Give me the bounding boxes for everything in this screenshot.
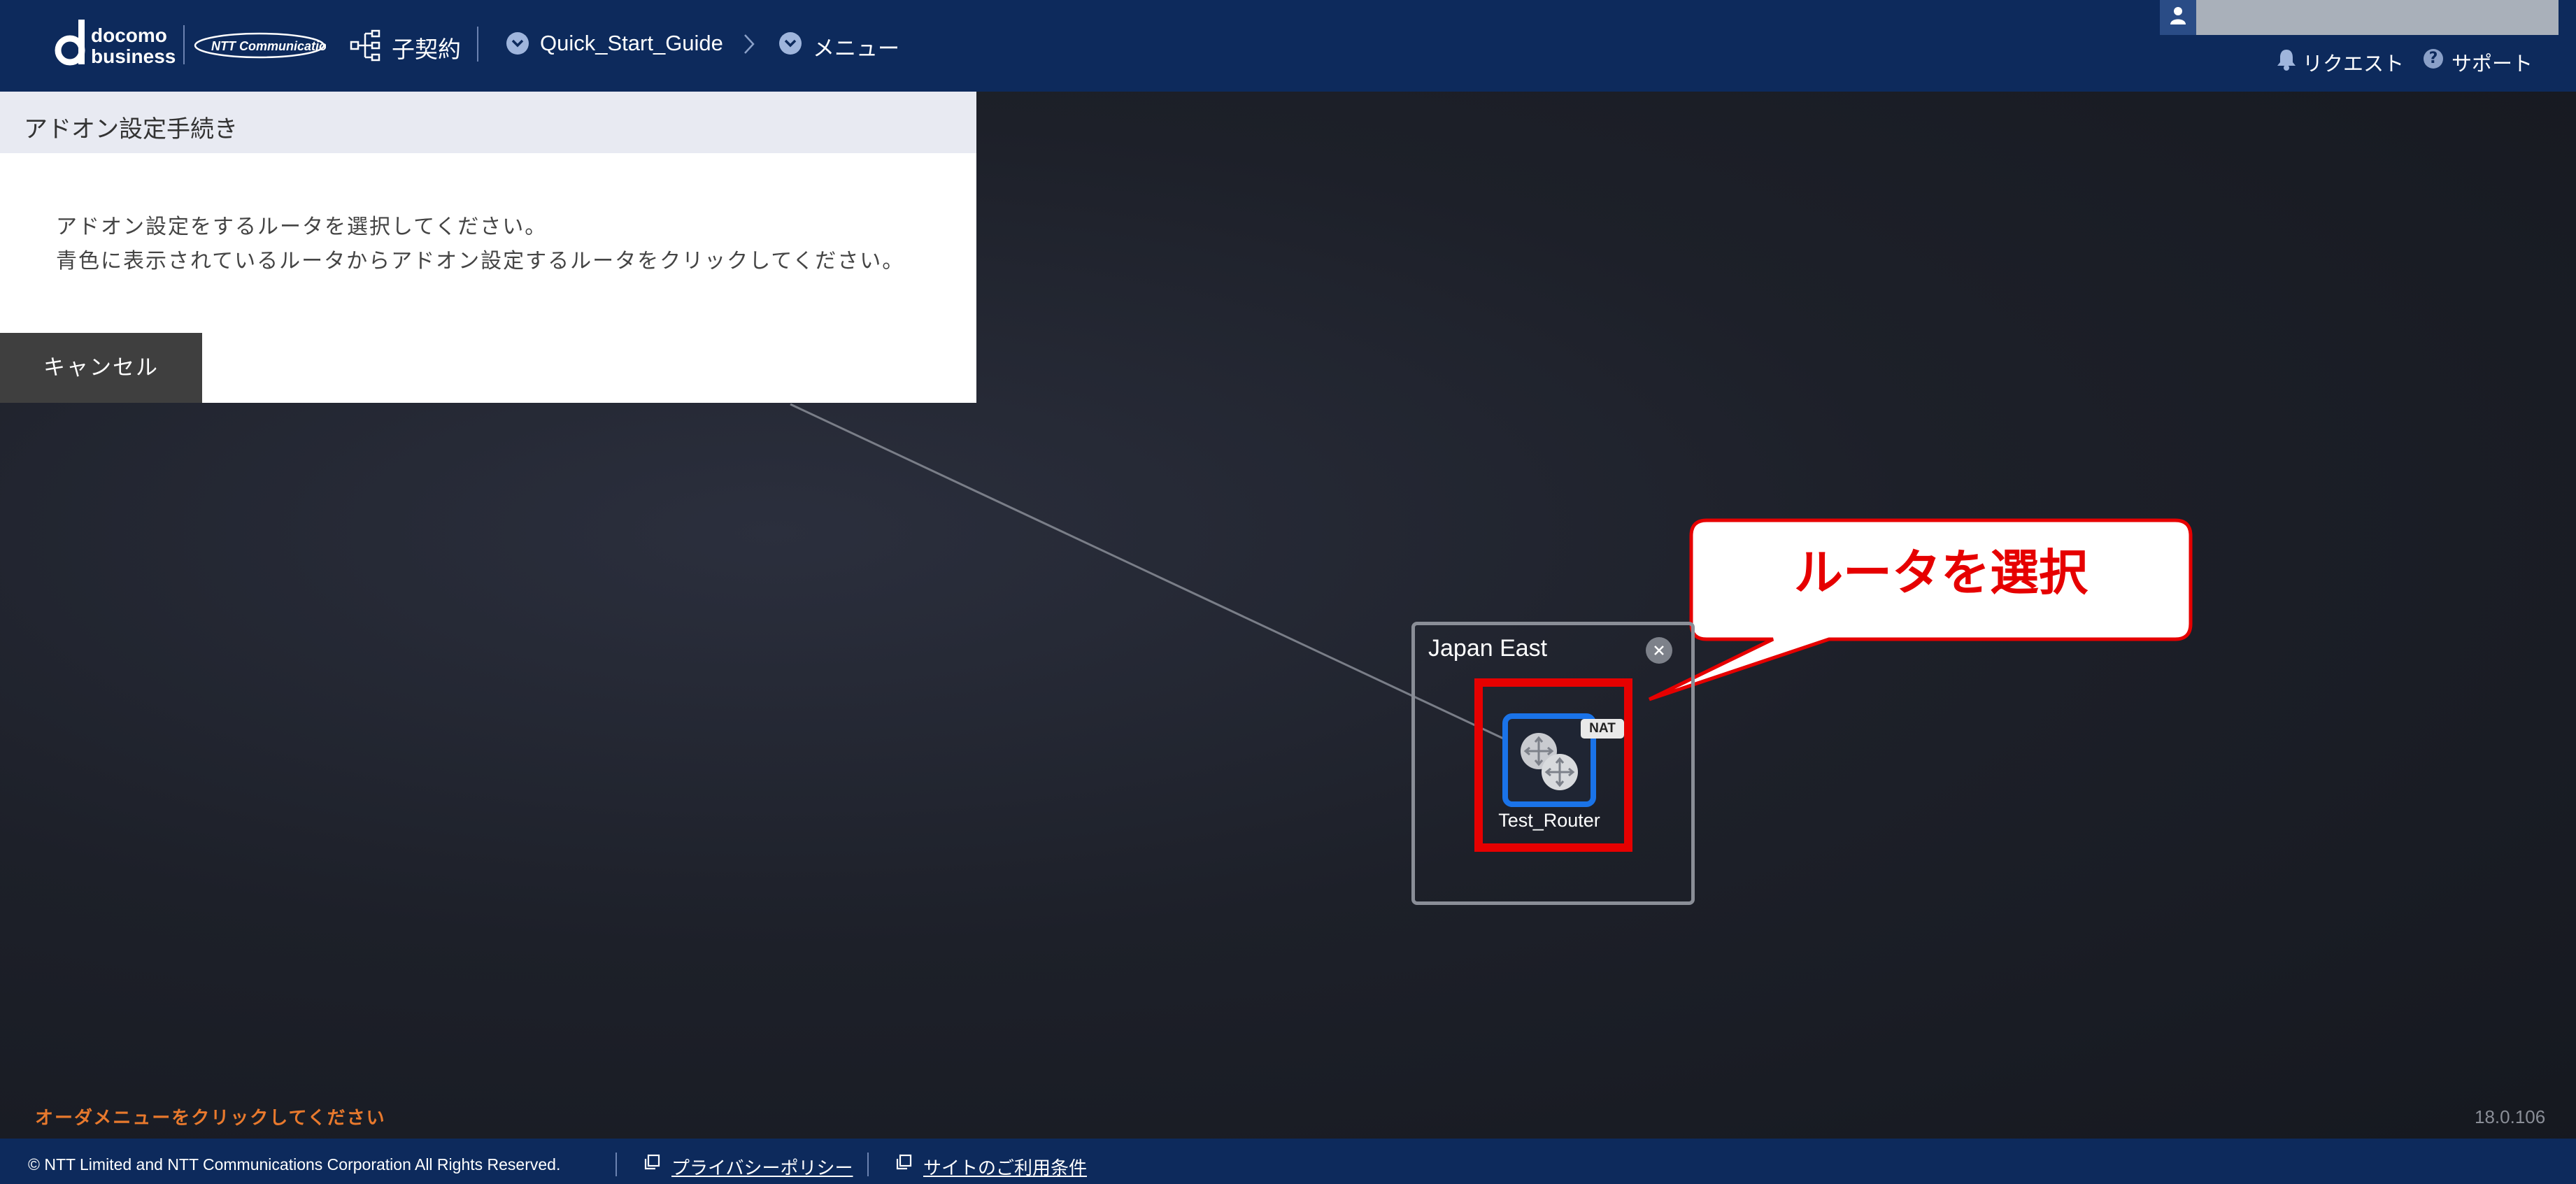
child-contract-link[interactable]: 子契約 [392, 31, 461, 64]
hierarchy-tree-icon[interactable] [350, 28, 385, 63]
ntt-communications-logo-icon: NTT Communications [194, 32, 326, 59]
panel-title: アドオン設定手続き [24, 115, 238, 143]
version-label: 18.0.106 [2475, 1106, 2546, 1127]
ntt-logo-text: NTT Communications [211, 39, 326, 53]
router-name-label[interactable]: Test_Router [1483, 810, 1616, 832]
docomo-d-logo-icon [55, 20, 85, 66]
panel-instruction-2: 青色に表示されているルータからアドオン設定するルータをクリックしてください。 [56, 249, 905, 273]
region-title: Japan East [1428, 635, 1548, 662]
addon-settings-panel: アドオン設定手続き アドオン設定をするルータを選択してください。 青色に表示され… [0, 92, 976, 403]
logo-divider [183, 25, 185, 64]
privacy-policy-link[interactable]: プライバシーポリシー [671, 1154, 853, 1180]
nat-badge: NAT [1581, 719, 1624, 739]
region-close-icon[interactable] [1646, 637, 1672, 664]
panel-instruction-1: アドオン設定をするルータを選択してください。 [56, 215, 548, 239]
request-link[interactable]: リクエスト [2303, 48, 2404, 77]
footer-divider-1 [615, 1153, 617, 1176]
docomo-business-logo[interactable]: docomo business [91, 25, 176, 67]
router-icon [1521, 733, 1578, 790]
copyright-text: © NTT Limited and NTT Communications Cor… [28, 1155, 561, 1174]
guide-dropdown-chevron-icon[interactable] [506, 32, 529, 55]
support-link[interactable]: サポート [2452, 48, 2533, 77]
external-link-icon [896, 1154, 912, 1170]
menu-dropdown-chevron-icon[interactable] [779, 32, 802, 55]
breadcrumb-quick-start-guide[interactable]: Quick_Start_Guide [540, 31, 723, 56]
panel-header: アドオン設定手続き [0, 92, 976, 153]
user-account-box[interactable] [2160, 0, 2559, 35]
header-divider [477, 27, 478, 62]
callout-text: ルータを選択 [1794, 544, 2088, 601]
cancel-button[interactable]: キャンセル [0, 333, 202, 403]
order-menu-hint: オーダメニューをクリックしてください [35, 1108, 386, 1129]
logo-line2: business [91, 45, 176, 67]
user-icon[interactable] [2160, 0, 2196, 35]
breadcrumb-chevron-right-icon [744, 34, 755, 54]
question-circle-icon[interactable]: ? [2424, 49, 2443, 69]
logo-line1: docomo [91, 24, 167, 46]
terms-of-use-link[interactable]: サイトのご利用条件 [923, 1154, 1087, 1180]
menu-dropdown[interactable]: メニュー [813, 31, 899, 62]
footer-divider-2 [867, 1153, 869, 1176]
external-link-icon [644, 1154, 660, 1170]
bell-icon[interactable] [2276, 48, 2297, 71]
